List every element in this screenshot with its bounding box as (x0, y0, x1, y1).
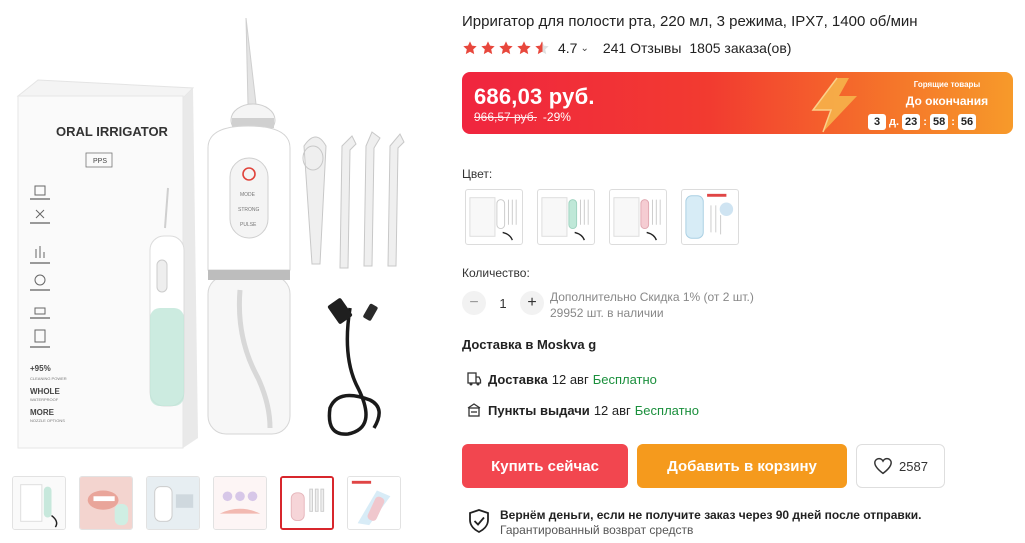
box-feature-2: MORE (30, 408, 55, 417)
quantity-stepper: − 1 + (462, 291, 544, 315)
star-icon (481, 41, 495, 55)
delivery-row-pickup: Пункты выдачи 12 авг Бесплатно (466, 402, 699, 418)
lightning-icon (811, 77, 857, 133)
rating-row: 4.7 ⌄ 241 Отзывы 1805 заказа(ов) (462, 40, 791, 56)
color-option-mint[interactable] (537, 189, 595, 245)
timer-days: 3 (868, 114, 886, 130)
timer-minutes: 58 (929, 114, 949, 130)
box-stat-label: CLEANING POWER (30, 376, 67, 381)
timer-days-unit: д. (889, 116, 900, 128)
quantity-info: Дополнительно Скидка 1% (от 2 шт.) 29952… (550, 289, 754, 321)
quantity-value[interactable]: 1 (486, 296, 520, 311)
product-photo: ORAL IRRIGATOR PPS +95% CLEANING POWER W… (16, 17, 405, 449)
main-product-image[interactable]: ORAL IRRIGATOR PPS +95% CLEANING POWER W… (8, 8, 448, 460)
color-option-pink[interactable] (609, 189, 667, 245)
device-button-mode: MODE (240, 192, 256, 198)
timer-hours: 23 (902, 114, 921, 130)
old-price-row: 966,57 руб. -29% (474, 110, 571, 124)
box-brand-title: ORAL IRRIGATOR (56, 124, 169, 139)
device-button-strong: STRONG (238, 207, 260, 213)
add-to-cart-button[interactable]: Добавить в корзину (637, 444, 847, 488)
delivery-truck-icon (467, 372, 482, 386)
orders-count: 1805 заказа(ов) (689, 40, 792, 56)
rating-dropdown[interactable]: 4.7 ⌄ (558, 40, 589, 56)
buy-now-button[interactable]: Купить сейчас (462, 444, 628, 488)
heart-icon (874, 457, 892, 475)
delivery-heading[interactable]: Доставка в Moskva g (462, 337, 596, 352)
half-star-icon (535, 41, 549, 55)
wishlist-button[interactable]: 2587 (856, 444, 945, 488)
color-option-white[interactable] (465, 189, 523, 245)
thumbnail-1[interactable] (12, 476, 66, 530)
pickup-type: Пункты выдачи (488, 402, 590, 418)
rating-stars (462, 40, 550, 56)
until-end-label: До окончания (905, 94, 989, 108)
countdown-timer: 3 д. 23 : 58 : 56 (868, 114, 977, 130)
discount-percent: -29% (542, 110, 571, 124)
wishlist-count: 2587 (899, 458, 928, 474)
thumbnail-5[interactable] (280, 476, 334, 530)
pickup-date: 12 авг (593, 402, 631, 418)
shield-check-icon (469, 509, 489, 533)
color-label: Цвет: (462, 167, 493, 181)
box-feature-1-sub: WATERPROOF (30, 397, 59, 402)
decrease-quantity-button[interactable]: − (462, 291, 486, 315)
box-badge: PPS (93, 158, 107, 165)
device-button-pulse: PULSE (240, 222, 257, 228)
thumbnail-4[interactable] (213, 476, 267, 530)
box-feature-1: WHOLE (30, 387, 60, 396)
old-price: 966,57 руб. (474, 110, 537, 124)
color-option-blue[interactable] (681, 189, 739, 245)
money-back-guarantee: Вернём деньги, если не получите заказ че… (468, 507, 922, 538)
pickup-price: Бесплатно (634, 402, 699, 418)
hot-deals-label: Горящие товары (913, 80, 981, 89)
delivery-type: Доставка (488, 371, 548, 387)
quantity-label: Количество: (462, 266, 530, 280)
thumbnail-3[interactable] (146, 476, 200, 530)
delivery-row-courier: Доставка 12 авг Бесплатно (466, 371, 657, 387)
timer-separator: : (951, 116, 955, 128)
current-price: 686,03 руб. (474, 84, 595, 109)
box-feature-2-sub: NOZZLE OPTIONS (30, 418, 65, 423)
thumbnail-2[interactable] (79, 476, 133, 530)
pickup-point-icon (467, 403, 481, 417)
delivery-price: Бесплатно (592, 371, 657, 387)
increase-quantity-button[interactable]: + (520, 291, 544, 315)
delivery-date: 12 авг (551, 371, 589, 387)
guarantee-title: Вернём деньги, если не получите заказ че… (500, 508, 922, 522)
star-icon (463, 41, 477, 55)
timer-separator: : (923, 116, 927, 128)
box-stat-percent: +95% (30, 364, 51, 373)
chevron-down-icon: ⌄ (580, 42, 589, 54)
reviews-link[interactable]: 241 Отзывы (603, 40, 682, 56)
star-icon (517, 41, 531, 55)
guarantee-subtitle: Гарантированный возврат средств (500, 523, 694, 537)
thumbnail-6[interactable] (347, 476, 401, 530)
bulk-discount-note: Дополнительно Скидка 1% (от 2 шт.) (550, 290, 754, 304)
thumbnail-strip (12, 476, 401, 530)
price-banner: 686,03 руб. 966,57 руб. -29% Горящие тов… (462, 72, 1013, 134)
product-title: Ирригатор для полости рта, 220 мл, 3 реж… (462, 13, 918, 30)
color-options (465, 189, 739, 245)
rating-value: 4.7 (558, 40, 578, 56)
stock-count: 29952 шт. в наличии (550, 306, 664, 320)
star-icon (499, 41, 513, 55)
timer-seconds: 56 (957, 114, 977, 130)
